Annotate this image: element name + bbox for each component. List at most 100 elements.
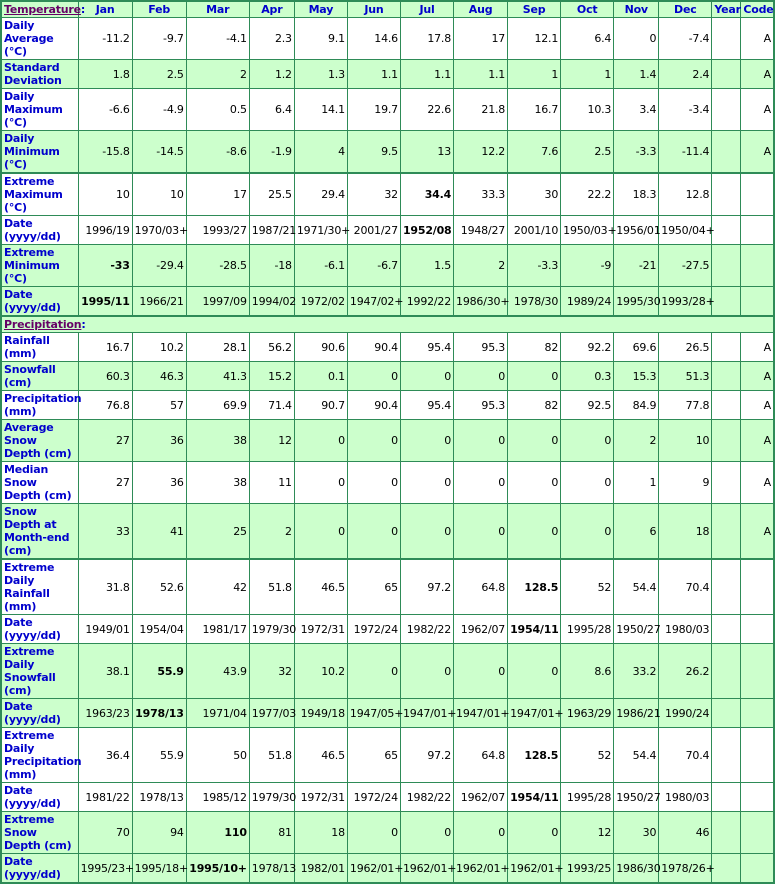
cell-oct: 52 (560, 558, 615, 615)
cell-apr: 56.2 (248, 332, 295, 362)
cell-year (711, 244, 742, 287)
cell-jun: 0 (346, 811, 401, 854)
cell-apr: 1978/13 (248, 853, 296, 884)
table-row: Extreme Minimum (°C) -33 -29.4 -28.5 -18 -6.1… (0, 244, 775, 287)
cell-oct: 1 (560, 59, 615, 89)
cell-mar: 25 (185, 503, 250, 560)
cell-jul: 1992/22 (399, 286, 455, 317)
cell-oct: 92.2 (560, 332, 615, 362)
cell-mar: 41.3 (185, 361, 250, 391)
cell-aug: 0 (453, 461, 509, 504)
cell-nov: 1950/27 (613, 782, 661, 812)
cell-jun: 1962/01+ (346, 853, 403, 884)
cell-feb: -29.4 (131, 244, 187, 287)
cell-aug: 12.2 (453, 130, 509, 174)
cell-apr: 2.3 (248, 17, 295, 60)
cell-jan: 27 (77, 461, 133, 504)
cell-jan: 38.1 (77, 643, 133, 699)
cell-mar: 43.9 (185, 643, 250, 699)
cell-feb: 1995/18+ (131, 853, 188, 884)
cell-mar: 42 (185, 558, 250, 615)
cell-oct: 0 (560, 419, 615, 462)
precipitation-section-row: Precipitation: (0, 315, 775, 333)
precipitation-section: Precipitation: (0, 315, 775, 333)
cell-jul: 0 (399, 503, 455, 560)
cell-jul: 13 (399, 130, 455, 174)
row-label: Date (yyyy/dd) (0, 614, 79, 644)
cell-nov: 84.9 (613, 390, 660, 420)
cell-dec: 26.2 (658, 643, 713, 699)
cell-mar: -8.6 (185, 130, 250, 174)
cell-may: 0 (293, 419, 348, 462)
cell-mar: 1971/04 (185, 698, 250, 728)
table-row: Extreme Maximum (°C) 10 10 17 25.5 29.4 32 34.4… (0, 172, 775, 216)
cell-apr: 1979/30 (248, 782, 296, 812)
cell-aug: 1962/07 (453, 782, 509, 812)
cell-code: A (740, 503, 775, 560)
cell-dec: 77.8 (658, 390, 713, 420)
row-label: Snow Depth at Month-end (cm) (0, 503, 79, 560)
cell-jan: 16.7 (77, 332, 133, 362)
cell-feb: 1970/03+ (131, 215, 188, 245)
cell-oct: 1995/28 (560, 614, 615, 644)
table-row: Snowfall (cm) 60.3 46.3 41.3 15.2 0.1 0 0 0 0 0.3 1… (0, 361, 775, 391)
cell-jan: 10 (77, 172, 133, 216)
cell-oct: 1993/25 (560, 853, 615, 884)
cell-may: 1982/01 (293, 853, 348, 884)
cell-nov: 1 (613, 461, 660, 504)
row-label: Extreme Daily Rainfall (mm) (0, 558, 79, 615)
row-label: Median Snow Depth (cm) (0, 461, 79, 504)
cell-apr: 81 (248, 811, 295, 854)
cell-oct: -9 (560, 244, 615, 287)
cell-jun: 1972/24 (346, 614, 401, 644)
row-label: Date (yyyy/dd) (0, 698, 79, 728)
cell-jan: 1949/01 (77, 614, 133, 644)
row-label: Rainfall (mm) (0, 332, 79, 362)
row-label: Extreme Maximum (°C) (0, 172, 79, 216)
cell-aug: 17 (453, 17, 509, 60)
cell-code (740, 727, 775, 783)
cell-dec: 70.4 (658, 558, 713, 615)
col-header-mar: Mar (185, 0, 250, 18)
temperature-section-link[interactable]: Temperature (4, 3, 81, 16)
cell-jul: 0 (399, 419, 455, 462)
cell-jul: 1952/08 (399, 215, 455, 245)
cell-feb: -14.5 (131, 130, 187, 174)
cell-year (711, 727, 742, 783)
col-header-year: Year (711, 0, 742, 18)
cell-sep: 1954/11 (507, 614, 562, 644)
cell-year (711, 698, 742, 728)
col-header-sep: Sep (507, 0, 562, 18)
cell-jun: 65 (346, 727, 401, 783)
cell-jan: -33 (77, 244, 133, 287)
cell-jun: 0 (346, 419, 401, 462)
cell-feb: 55.9 (131, 643, 187, 699)
cell-jun: 14.6 (346, 17, 401, 60)
cell-sep: 0 (507, 503, 562, 560)
cell-oct: 92.5 (560, 390, 615, 420)
cell-may: 10.2 (293, 643, 348, 699)
cell-jun: 90.4 (346, 390, 401, 420)
table-row: Extreme Daily Snowfall (cm) 38.1 55.9 43.9 3… (0, 643, 775, 699)
table-row: Rainfall (mm) 16.7 10.2 28.1 56.2 90.6 90.4 95.… (0, 332, 775, 362)
cell-may: 1971/30+ (293, 215, 350, 245)
cell-code (740, 643, 775, 699)
cell-jun: 32 (346, 172, 401, 216)
cell-may: 14.1 (293, 88, 348, 131)
cell-may: 1972/31 (293, 782, 348, 812)
cell-code (740, 558, 775, 615)
cell-jan: 60.3 (77, 361, 133, 391)
cell-feb: 57 (131, 390, 187, 420)
col-header-dec: Dec (658, 0, 713, 18)
cell-may: 29.4 (293, 172, 348, 216)
cell-nov: -3.3 (613, 130, 660, 174)
cell-mar: -4.1 (185, 17, 250, 60)
cell-code (740, 286, 775, 317)
cell-mar: 50 (185, 727, 250, 783)
table-row: Date (yyyy/dd) 1981/22 1978/13 1985/12 1979/… (0, 782, 775, 812)
cell-jul: 17.8 (399, 17, 455, 60)
cell-jul: 22.6 (399, 88, 455, 131)
cell-code: A (740, 332, 775, 362)
precipitation-section-link[interactable]: Precipitation (4, 318, 82, 331)
cell-jul: 0 (399, 811, 455, 854)
